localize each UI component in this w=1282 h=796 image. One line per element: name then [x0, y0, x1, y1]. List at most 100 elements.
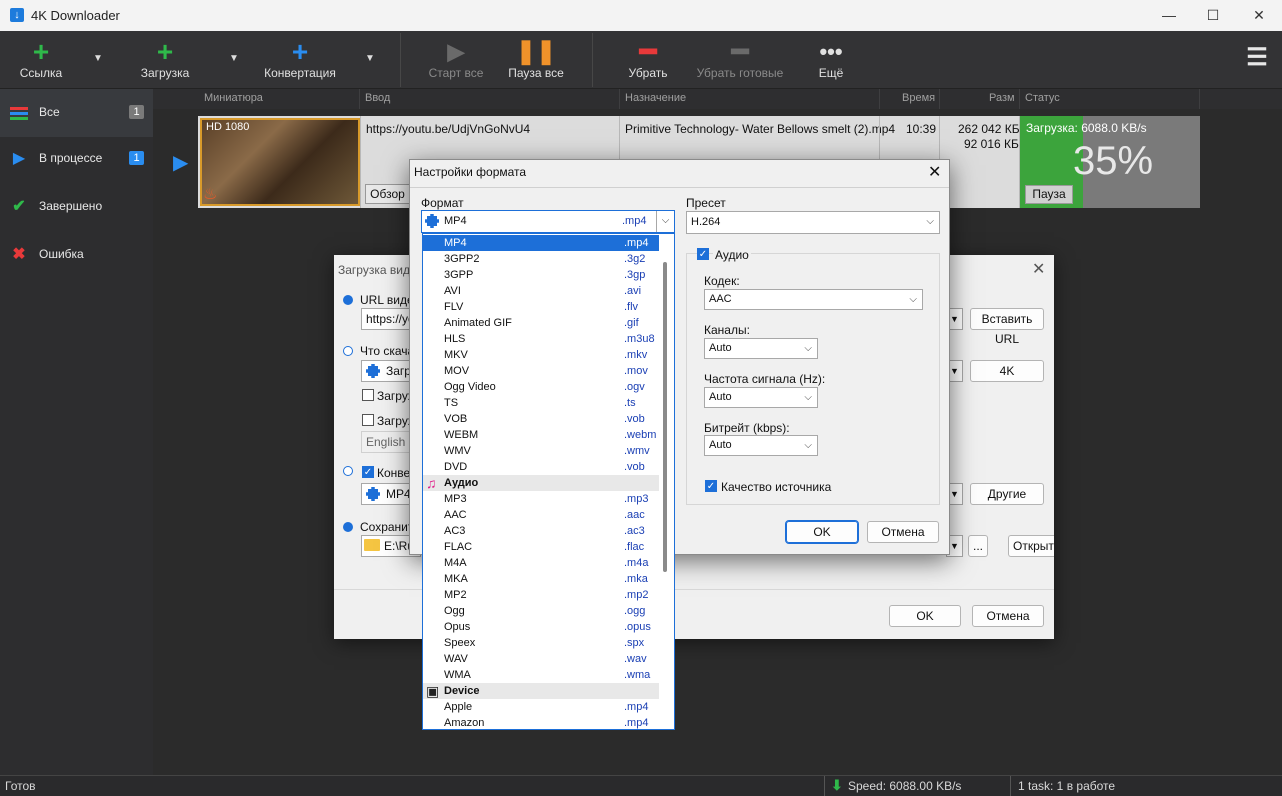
format-option[interactable]: WMV .wmv — [423, 443, 659, 459]
what-label: Что скача — [360, 344, 415, 358]
status-tasks: 1 task: 1 в работе — [1018, 779, 1116, 793]
play-icon: ▶ — [447, 39, 465, 64]
convert-checkbox[interactable]: ✓ — [362, 466, 374, 478]
format-option[interactable]: WEBM .webm — [423, 427, 659, 443]
maximize-icon[interactable]: ☐ — [1190, 0, 1236, 31]
frequency-select[interactable]: Auto ⌵ — [704, 387, 818, 408]
plus-icon: + — [32, 36, 50, 67]
format-option[interactable]: MP2 .mp2 — [423, 587, 659, 603]
format-option[interactable]: Ogg Video .ogv — [423, 379, 659, 395]
column-destination[interactable]: Назначение — [625, 92, 686, 104]
ok-button[interactable]: OK — [785, 520, 859, 544]
format-option[interactable]: Apple .mp4 — [423, 699, 659, 715]
chevron-down-icon[interactable]: ⌵ — [656, 211, 674, 232]
bitrate-value: Auto — [709, 439, 732, 451]
format-option-name: AVI — [444, 285, 461, 297]
format-option[interactable]: TS .ts — [423, 395, 659, 411]
close-icon[interactable]: ✕ — [1236, 0, 1282, 31]
codec-label: Кодек: — [704, 274, 740, 288]
format-ext: .mp4 — [622, 215, 647, 227]
format-option[interactable]: MOV .mov — [423, 363, 659, 379]
format-select[interactable]: MP4 .mp4 ⌵ — [421, 210, 675, 233]
close-icon[interactable]: ✕ — [928, 162, 941, 182]
audio-checkbox[interactable]: ✓ — [697, 248, 709, 260]
sidebar-item-completed[interactable]: ✔ Завершено — [0, 183, 153, 231]
option-checkbox[interactable] — [362, 414, 374, 426]
format-option[interactable]: Speex .spx — [423, 635, 659, 651]
codec-select[interactable]: AAC ⌵ — [704, 289, 923, 310]
start-all-button[interactable]: ▶ Старт все — [424, 31, 488, 89]
format-value: MP4 — [444, 215, 467, 227]
format-option[interactable]: MP3 .mp3 — [423, 491, 659, 507]
sidebar-item-error[interactable]: ✖ Ошибка — [0, 231, 153, 279]
format-option[interactable]: AAC .aac — [423, 507, 659, 523]
format-option[interactable]: AVI .avi — [423, 283, 659, 299]
close-icon[interactable]: ✕ — [1032, 259, 1045, 279]
sidebar-item-in-progress[interactable]: ▶ В процессе 1 — [0, 135, 153, 183]
format-option-name: AC3 — [444, 525, 466, 537]
minimize-icon[interactable]: — — [1146, 0, 1192, 31]
format-option[interactable]: AC3 .ac3 — [423, 523, 659, 539]
channels-value: Auto — [709, 342, 732, 354]
format-option[interactable]: FLV .flv — [423, 299, 659, 315]
cancel-button[interactable]: Отмена — [972, 605, 1044, 627]
convert-menu-button[interactable]: ▼ — [360, 31, 378, 89]
save-radio[interactable] — [343, 522, 353, 532]
ok-button[interactable]: OK — [889, 605, 961, 627]
pause-all-button[interactable]: ❚❚ Пауза все — [504, 31, 568, 89]
remove-done-button[interactable]: ━ Убрать готовые — [694, 31, 786, 89]
column-status[interactable]: Статус — [1025, 92, 1060, 104]
format-option[interactable]: VOB .vob — [423, 411, 659, 427]
format-option[interactable]: MKA .mka — [423, 571, 659, 587]
channels-select[interactable]: Auto ⌵ — [704, 338, 818, 359]
preset-select[interactable]: H.264 ⌵ — [686, 211, 940, 234]
download-button[interactable]: + Загрузка — [134, 31, 196, 89]
format-option[interactable]: Animated GIF .gif — [423, 315, 659, 331]
play-icon: ▶ — [12, 150, 26, 167]
format-option[interactable]: 3GPP .3gp — [423, 267, 659, 283]
format-option[interactable]: HLS .m3u8 — [423, 331, 659, 347]
paste-url-button[interactable]: Вставить URL — [970, 308, 1044, 346]
hamburger-menu-button[interactable]: ☰ — [1242, 31, 1272, 89]
column-size[interactable]: Разм — [989, 92, 1015, 104]
other-button[interactable]: Другие — [970, 483, 1044, 505]
sidebar-item-all[interactable]: Все 1 — [0, 89, 153, 137]
format-option-ext: .avi — [624, 285, 642, 297]
convert-button[interactable]: + Конвертация — [262, 31, 338, 89]
browse-dots-button[interactable]: ... — [968, 535, 988, 557]
format-option[interactable]: DVD .vob — [423, 459, 659, 475]
format-option[interactable]: 3GPP2 .3g2 — [423, 251, 659, 267]
more-button[interactable]: ••• Ещё — [806, 31, 856, 89]
format-option[interactable]: MKV .mkv — [423, 347, 659, 363]
column-time[interactable]: Время — [902, 92, 935, 104]
download-menu-button[interactable]: ▼ — [224, 31, 242, 89]
source-quality-checkbox[interactable]: ✓ — [705, 480, 717, 492]
open-button[interactable]: Открыт — [1008, 535, 1054, 557]
format-option[interactable]: WAV .wav — [423, 651, 659, 667]
link-button[interactable]: + Ссылка — [10, 31, 72, 89]
scrollbar-thumb[interactable] — [663, 262, 667, 572]
url-radio[interactable] — [343, 295, 353, 305]
format-option[interactable]: Opus .opus — [423, 619, 659, 635]
option-checkbox[interactable] — [362, 389, 374, 401]
bitrate-select[interactable]: Auto ⌵ — [704, 435, 818, 456]
x-icon: ✖ — [12, 246, 26, 263]
pause-button[interactable]: Пауза — [1025, 185, 1073, 204]
format-option[interactable]: Ogg .ogg — [423, 603, 659, 619]
format-option[interactable]: FLAC .flac — [423, 539, 659, 555]
link-menu-button[interactable]: ▼ — [88, 31, 106, 89]
column-input[interactable]: Ввод — [365, 92, 390, 104]
browse-button[interactable]: Обзор — [365, 184, 410, 204]
convert-radio[interactable] — [343, 466, 353, 476]
row-size-total: 262 042 КБ — [958, 122, 1020, 136]
quality-button[interactable]: 4K — [970, 360, 1044, 382]
format-option[interactable]: MP4 .mp4 — [423, 235, 659, 251]
format-option[interactable]: Amazon .mp4 — [423, 715, 659, 729]
column-thumbnail[interactable]: Миниатюра — [204, 92, 263, 104]
what-radio[interactable] — [343, 346, 353, 356]
format-option[interactable]: WMA .wma — [423, 667, 659, 683]
format-option[interactable]: M4A .m4a — [423, 555, 659, 571]
format-dropdown-list[interactable]: MP4 .mp4 3GPP2 .3g2 3GPP .3gp AVI .avi FLV .flv An… — [422, 233, 675, 730]
remove-button[interactable]: ━ Убрать — [618, 31, 678, 89]
cancel-button[interactable]: Отмена — [867, 521, 939, 543]
